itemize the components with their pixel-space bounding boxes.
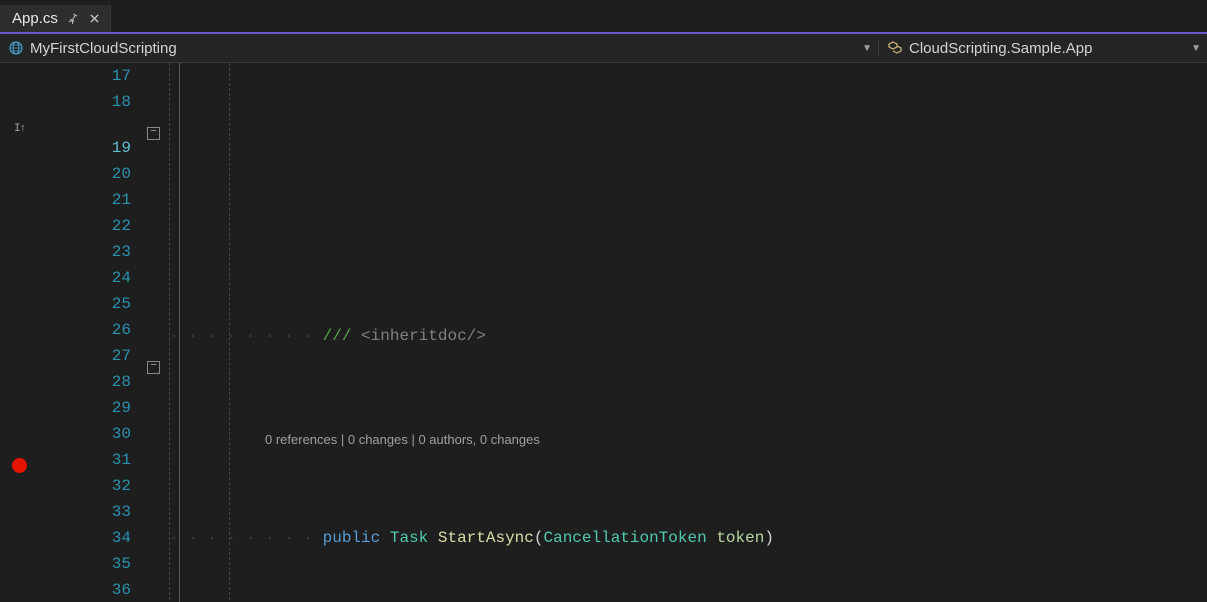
line-number: 28	[43, 369, 131, 395]
line-number: 25	[43, 291, 131, 317]
navigation-bar: MyFirstCloudScripting ▼ CloudScripting.S…	[0, 34, 1207, 63]
line-number: 19	[43, 135, 131, 161]
nav-scope-dropdown[interactable]: MyFirstCloudScripting ▼	[0, 40, 879, 57]
close-icon[interactable]	[88, 12, 102, 26]
line-number: 34	[43, 525, 131, 551]
fold-toggle-icon[interactable]: −	[147, 361, 160, 374]
line-number: 20	[43, 161, 131, 187]
code-line	[169, 219, 1207, 245]
line-number: 32	[43, 473, 131, 499]
code-line: · · · · · · · · public Task StartAsync(C…	[169, 525, 1207, 551]
pin-icon[interactable]	[66, 12, 80, 26]
tab-bar: App.cs	[0, 0, 1207, 34]
line-number: 29	[43, 395, 131, 421]
line-number: 23	[43, 239, 131, 265]
line-number: 24	[43, 265, 131, 291]
nav-type-dropdown[interactable]: CloudScripting.Sample.App ▼	[879, 40, 1207, 57]
line-numbers: 17 18 19 20 21 22 23 24 25 26 27 28 29 3…	[43, 63, 145, 602]
line-number: 26	[43, 317, 131, 343]
line-number: 35	[43, 551, 131, 577]
nav-scope-text: MyFirstCloudScripting	[30, 40, 177, 57]
change-indicator-icon: I↑	[14, 123, 25, 135]
codelens-row[interactable]: 0 references | 0 changes | 0 authors, 0 …	[169, 427, 1207, 447]
class-icon	[887, 40, 903, 56]
gutter[interactable]: I↑	[0, 63, 43, 602]
chevron-down-icon: ▼	[856, 43, 878, 54]
namespace-icon	[8, 40, 24, 56]
line-number: 36	[43, 577, 131, 602]
line-number: 27	[43, 343, 131, 369]
line-number: 31	[43, 447, 131, 473]
tab-app-cs[interactable]: App.cs	[0, 5, 111, 32]
line-number: 17	[43, 63, 131, 89]
breakpoint-icon[interactable]	[12, 458, 27, 473]
fold-column[interactable]: − −	[145, 63, 169, 602]
code-line: · · · · · · · · /// <inheritdoc/>	[169, 323, 1207, 349]
line-number: 22	[43, 213, 131, 239]
line-number: 30	[43, 421, 131, 447]
code-area[interactable]: · · · · · · · · /// <inheritdoc/> 0 refe…	[169, 63, 1207, 602]
code-editor[interactable]: I↑ 17 18 19 20 21 22 23 24 25 26 27 28 2…	[0, 63, 1207, 602]
tab-label: App.cs	[12, 10, 58, 27]
line-number: 21	[43, 187, 131, 213]
nav-type-text: CloudScripting.Sample.App	[909, 40, 1092, 57]
fold-toggle-icon[interactable]: −	[147, 127, 160, 140]
line-number: 33	[43, 499, 131, 525]
line-number: 18	[43, 89, 131, 115]
chevron-down-icon: ▼	[1185, 43, 1207, 54]
